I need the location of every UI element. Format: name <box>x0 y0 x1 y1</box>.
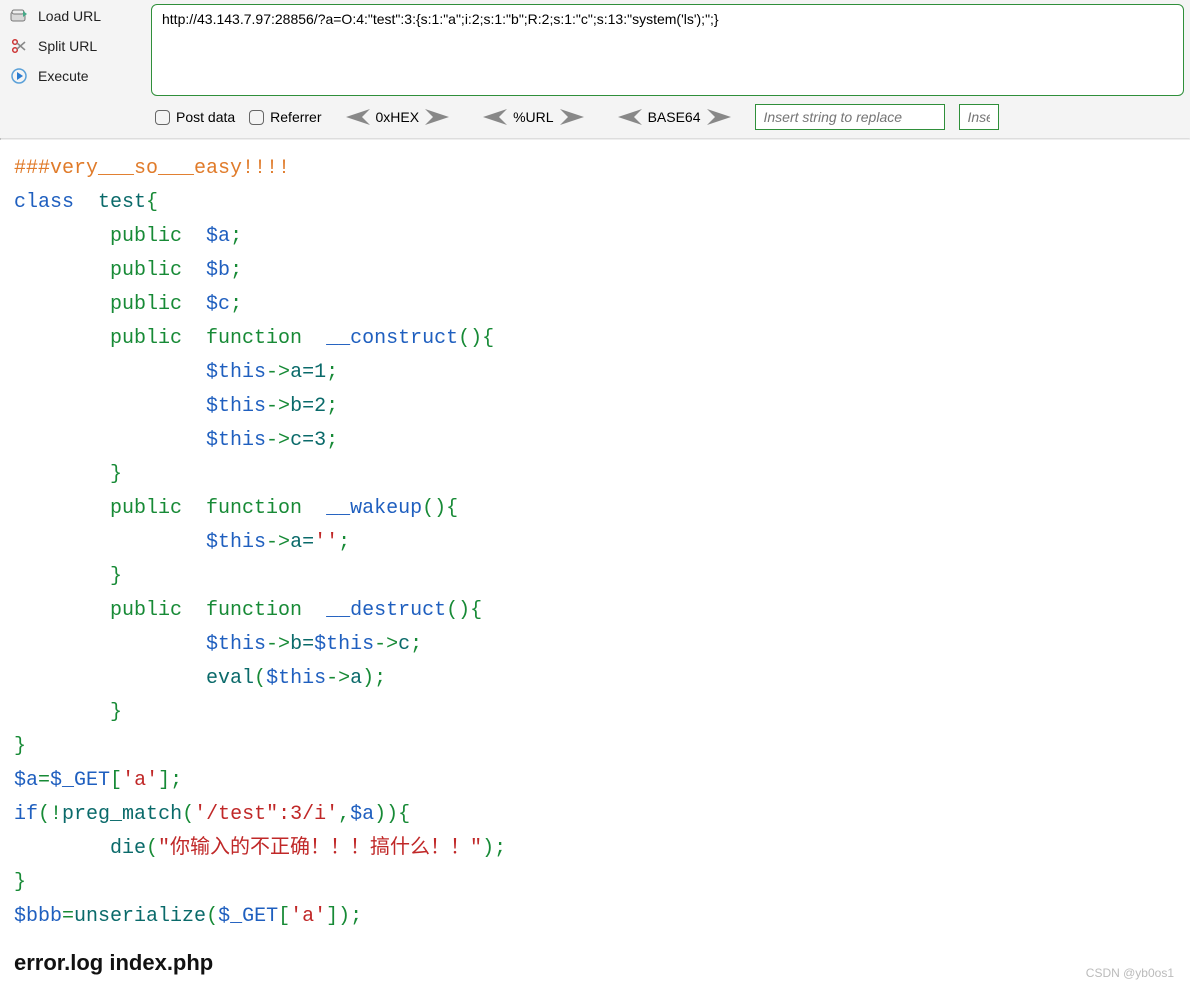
execute-button[interactable]: Execute <box>6 66 151 86</box>
urlencode-label: %URL <box>513 109 553 125</box>
assign: c=3 <box>290 429 326 452</box>
toolbar-buttons: Load URL Split URL Execute <box>6 4 151 132</box>
assign: a=1 <box>290 361 326 384</box>
checkbox-icon <box>155 110 170 125</box>
var: $a <box>350 803 374 826</box>
split-url-button[interactable]: Split URL <box>6 36 151 56</box>
fn-wakeup: __wakeup <box>326 497 422 520</box>
kw-public: public <box>110 599 182 622</box>
superglobal: $_GET <box>50 769 110 792</box>
replace-string-input[interactable] <box>755 104 945 130</box>
page-source-code: ###very___so___easy!!!! class test{ publ… <box>0 140 1190 946</box>
fn-unserialize: unserialize <box>74 905 206 928</box>
string: 'a' <box>290 905 326 928</box>
string: '/test":3/i' <box>194 803 338 826</box>
kw-if: if <box>14 803 38 826</box>
post-data-checkbox[interactable]: Post data <box>155 109 235 125</box>
kw-public: public <box>110 497 182 520</box>
hex-label: 0xHEX <box>376 109 420 125</box>
assign: b= <box>290 633 314 656</box>
kw-public: public <box>110 293 182 316</box>
base64-button[interactable]: BASE64 <box>608 109 741 125</box>
var-a: $a <box>206 225 230 248</box>
chevron-right-icon <box>707 109 735 125</box>
this: $this <box>266 667 326 690</box>
prop: a <box>350 667 362 690</box>
play-icon <box>10 68 28 84</box>
chevron-right-icon <box>425 109 453 125</box>
chevron-left-icon <box>614 109 642 125</box>
superglobal: $_GET <box>218 905 278 928</box>
fn-construct: __construct <box>326 327 458 350</box>
this: $this <box>206 361 266 384</box>
command-output: error.log index.php <box>0 946 1190 986</box>
kw-class: class <box>14 191 74 214</box>
execute-label: Execute <box>38 68 89 84</box>
class-name: test <box>98 191 146 214</box>
load-url-button[interactable]: Load URL <box>6 6 151 26</box>
chevron-left-icon <box>342 109 370 125</box>
kw-public: public <box>110 225 182 248</box>
fn-preg: preg_match <box>62 803 182 826</box>
kw-public: public <box>110 259 182 282</box>
post-data-label: Post data <box>176 109 235 125</box>
referrer-checkbox[interactable]: Referrer <box>249 109 321 125</box>
watermark: CSDN @yb0os1 <box>1086 966 1174 980</box>
prop: c <box>398 633 410 656</box>
checkbox-icon <box>249 110 264 125</box>
url-input[interactable] <box>151 4 1184 96</box>
fn-die: die <box>110 837 146 860</box>
var-c: $c <box>206 293 230 316</box>
scissors-icon <box>10 38 28 54</box>
string: "你输入的不正确！！！搞什么！！" <box>158 837 482 860</box>
load-url-icon <box>10 9 28 23</box>
var-b: $b <box>206 259 230 282</box>
assign: a= <box>290 531 314 554</box>
load-url-label: Load URL <box>38 8 101 24</box>
eval: eval <box>206 667 254 690</box>
var-bbb: $bbb <box>14 905 62 928</box>
op: = <box>38 769 50 792</box>
var: $a <box>14 769 38 792</box>
this: $this <box>206 395 266 418</box>
replace-with-input[interactable] <box>959 104 999 130</box>
string: 'a' <box>122 769 158 792</box>
referrer-label: Referrer <box>270 109 321 125</box>
kw-function: function <box>206 497 302 520</box>
this: $this <box>206 633 266 656</box>
urlencode-button[interactable]: %URL <box>473 109 593 125</box>
url-area: Post data Referrer 0xHEX %URL <box>151 4 1184 132</box>
toolbar: Load URL Split URL Execute Post data Ref… <box>0 0 1190 138</box>
chevron-right-icon <box>560 109 588 125</box>
kw-public: public <box>110 327 182 350</box>
fn-destruct: __destruct <box>326 599 446 622</box>
split-url-label: Split URL <box>38 38 97 54</box>
options-row: Post data Referrer 0xHEX %URL <box>151 102 1184 132</box>
this: $this <box>314 633 374 656</box>
assign: b=2 <box>290 395 326 418</box>
hex-encode-button[interactable]: 0xHEX <box>336 109 460 125</box>
base64-label: BASE64 <box>648 109 701 125</box>
this: $this <box>206 531 266 554</box>
kw-function: function <box>206 327 302 350</box>
string: '' <box>314 531 338 554</box>
this: $this <box>206 429 266 452</box>
chevron-left-icon <box>479 109 507 125</box>
kw-function: function <box>206 599 302 622</box>
op: ! <box>50 803 62 826</box>
code-comment: ###very___so___easy!!!! <box>14 157 290 180</box>
